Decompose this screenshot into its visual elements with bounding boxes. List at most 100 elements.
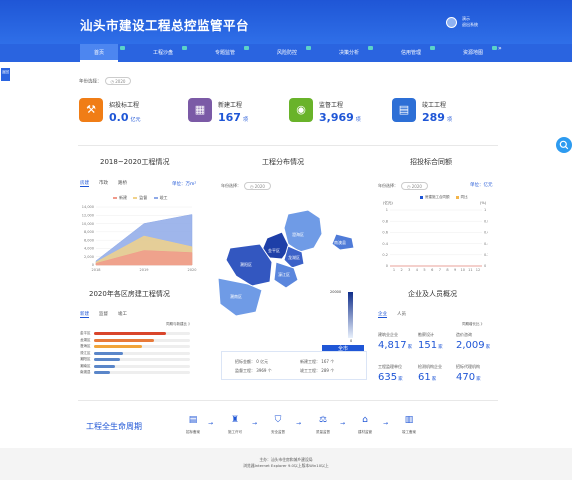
housing-bar-row: 澄海区 [80,344,190,349]
value: 2,009 [456,340,485,351]
bidding-year-select[interactable]: ◷ 2020 [401,182,428,190]
y-tick-label: 8,000 [84,230,94,234]
y-tick-label: 2,000 [84,255,94,259]
map-label: 澄海区 [292,231,304,237]
housing-bar-label: 潮南区 [80,363,91,368]
projects-legend: 新建 监督 竣工 [108,195,168,201]
logout-link[interactable]: 退出系统 [462,22,478,28]
map-year-select[interactable]: ◷ 2020 [244,182,271,190]
lifecycle-step[interactable]: ♜ 施工许可 [220,414,250,435]
unit: 家 [476,377,481,382]
stamp-icon: ♜ [230,415,240,425]
bidding-chart: 110.80.80.60.60.40.40.20.200123456789101… [382,208,488,272]
nav-topic-supervision[interactable]: 专题监管 [202,44,248,62]
y-tick-label: 0 [386,264,388,268]
info-bid-amount: 招标金额： 0 亿元 [235,359,268,365]
legend-swatch [133,197,138,199]
arrow-right-icon: → [383,420,389,427]
housing-bar-label: 龙湖区 [80,337,91,342]
bank-icon: ⌂ [362,415,368,425]
stat-label: 竣工工程 [422,102,447,109]
stat-label: 监督工程 [319,102,344,109]
tab-roads-bridges[interactable]: 路桥 [118,180,127,186]
tab-enterprise[interactable]: 企业 [378,311,387,318]
nav-badge [368,46,373,50]
nav-more-icon[interactable]: » [498,45,502,52]
housing-panel-title: 2020年各区房建工程情况 [89,290,170,298]
map-year-label: 年份选择： [221,183,241,188]
stat-completed[interactable]: ▤ 竣工工程 289 项 [392,98,452,124]
value: 151 [418,340,438,351]
stat-bidding[interactable]: ⚒ 招投标工程 0.0 亿元 [79,98,141,124]
y-tick-label: 0 [92,263,94,267]
bidding-right-axis: (%) [480,201,487,205]
distribution-panel-title: 工程分布情况 [262,158,304,166]
nav-resource-map[interactable]: 资源地图 [450,44,496,62]
housing-bar [94,371,111,374]
housing-bar [94,338,154,342]
lifecycle-step[interactable]: ⌂ 建材监管 [350,414,380,435]
nav-credit-management[interactable]: 信用管理 [388,44,434,62]
unit: 家 [431,377,437,382]
stat-unit: 亿元 [130,117,141,123]
document-icon: ▤ [188,415,198,425]
nav-risk-control[interactable]: 风险防控 [264,44,310,62]
info-label: 竣工工程： [300,368,320,373]
housing-note[interactable]: 同期与新建比 》 [166,322,192,327]
housing-bar [94,345,142,348]
tab-personnel[interactable]: 人员 [397,311,406,317]
stat-unit: 项 [242,117,248,123]
year-filter-label: 年份选择： [79,79,102,85]
map-year-filter: 年份选择： ◷ 2020 [221,182,271,190]
projects-area-chart: 14,00012,00010,0008,0006,0004,0002,00002… [82,205,197,272]
lifecycle-step[interactable]: ⛉ 安全监督 [263,414,293,435]
tab-housing[interactable]: 房建 [80,180,89,187]
y2-tick-label: 0.2 [484,253,488,257]
unit: 家 [407,345,413,350]
x-tick-label: 11 [468,268,472,272]
value: 635 [378,372,398,383]
tab-supervise[interactable]: 监督 [99,311,108,317]
legend-label: 监督 [139,195,148,200]
housing-bar-row: 濠江区 [80,351,190,356]
housing-bar-row: 潮南区 [80,364,190,369]
stat-new-projects[interactable]: ▦ 新建工程 167 项 [188,98,248,124]
stat-label: 新建工程 [218,102,243,109]
map-district-chenghai[interactable] [283,209,323,253]
lifecycle-step-label: 质量监督 [316,430,330,434]
avatar[interactable] [446,16,457,28]
lifecycle-step[interactable]: ▥ 竣工备案 [394,414,424,435]
x-tick-label: 4 [416,268,419,272]
file-icon: ▥ [404,415,414,425]
y-tick-label: 0.8 [382,219,388,223]
main-nav: 首页 工程沙盘 专题监管 风险防控 决策分析 信用管理 资源地图 [0,44,572,62]
legend-label: 房建施工合同额 [425,195,450,199]
map-color-scale [348,292,353,338]
housing-bar-label: 南澳县 [80,370,91,374]
stat-supervised[interactable]: ◉ 监督工程 3,969 项 [289,98,361,124]
nav-home[interactable]: 首页 [80,44,118,62]
legend-label: 新建 [119,195,127,200]
legend-swatch [455,195,459,199]
stat-value: 0.0 [109,111,129,124]
tab-complete[interactable]: 竣工 [118,311,127,317]
year-select[interactable]: ◷ 2020 [104,77,132,85]
personnel-note[interactable]: 同期增长比 》 [462,322,484,327]
nav-project-sandbox[interactable]: 工程沙盘 [140,44,186,62]
user-menu[interactable]: 演示 退出系统 [446,16,478,28]
legend-swatch [113,197,117,199]
stat-item-label: 建筑业企业 [378,332,398,337]
side-back-tab[interactable]: 返回 [1,68,10,81]
map-label: 南澳县 [334,239,346,245]
x-tick-label: 5 [423,268,425,272]
housing-bar [94,364,116,368]
y-tick-label: 0.4 [382,242,388,246]
tab-municipal[interactable]: 市政 [99,180,108,186]
nav-decision-analysis[interactable]: 决策分析 [326,44,372,62]
lifecycle-step[interactable]: ⚖ 质量监督 [308,414,338,435]
tab-new[interactable]: 新建 [80,311,89,318]
y2-tick-label: 1 [484,208,486,212]
search-icon[interactable] [556,137,572,153]
lifecycle-step[interactable]: ▤ 招标备案 [178,414,208,435]
lifecycle-step-label: 竣工备案 [402,430,416,434]
